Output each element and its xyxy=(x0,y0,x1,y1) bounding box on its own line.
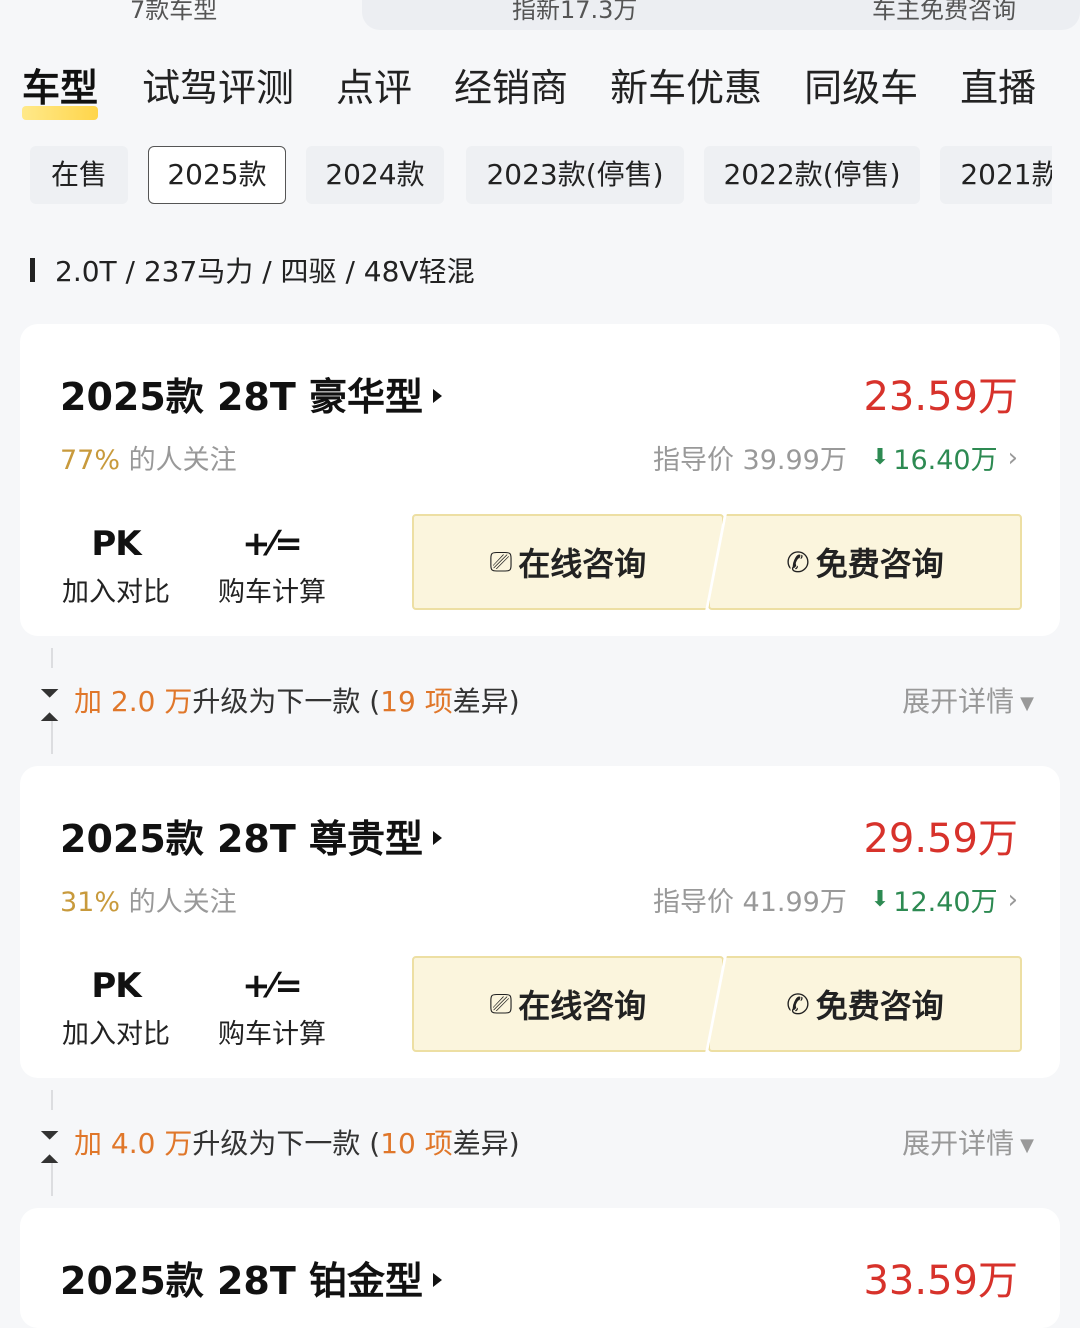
expand-details-button[interactable]: 展开详情 ▼ xyxy=(902,680,1034,720)
guide-price-row[interactable]: 指导价 39.99万 ⬇ 16.40万 › xyxy=(653,438,1018,477)
calculator-icon: +⁄= xyxy=(242,524,303,564)
arrow-down-icon: ⬇ xyxy=(870,887,890,912)
free-consult-button[interactable]: ✆ 免费咨询 xyxy=(708,514,1022,610)
trim-title[interactable]: 2025款 28T 豪华型 xyxy=(60,366,443,421)
trim-price: 33.59万 xyxy=(863,1258,1018,1304)
year-chip-on-sale[interactable]: 在售 xyxy=(30,146,128,204)
summary-segment-models[interactable]: 7款车型 xyxy=(0,0,362,30)
year-chip-2023[interactable]: 2023款(停售) xyxy=(466,146,684,204)
add-compare-button[interactable]: PK 加入对比 xyxy=(46,524,186,609)
calculator-icon: +⁄= xyxy=(242,966,303,1006)
consult-buttons: ⎚ 在线咨询 ✆ 免费咨询 xyxy=(412,956,1022,1054)
upgrade-row[interactable]: ⏷ ⏶ 加 2.0 万升级为下一款 (19 项差异) 展开详情 ▼ xyxy=(36,648,1044,754)
year-chip-2025[interactable]: 2025款 xyxy=(148,146,286,204)
caret-right-icon xyxy=(433,830,443,845)
chevron-right-icon: › xyxy=(1007,442,1018,473)
pk-icon: PK xyxy=(91,966,141,1006)
upgrade-text: 加 4.0 万升级为下一款 (10 项差异) xyxy=(74,1127,520,1160)
tab-reviews[interactable]: 点评 xyxy=(336,58,412,118)
tab-deals[interactable]: 新车优惠 xyxy=(610,58,762,118)
tab-dealers[interactable]: 经销商 xyxy=(454,58,568,118)
attention-rate: 31% 的人关注 xyxy=(60,887,237,918)
guide-price: 指导价 39.99万 xyxy=(652,445,847,476)
summary-segment-price[interactable]: 指新17.3万 车主免费咨询 xyxy=(362,0,1080,30)
discount-amount: ⬇ 12.40万 xyxy=(870,887,998,918)
consult-buttons: ⎚ 在线咨询 ✆ 免费咨询 xyxy=(412,514,1022,612)
expand-vertical-icon: ⏷ ⏶ xyxy=(40,679,60,731)
trim-card[interactable]: 2025款 28T 尊贵型 29.59万 31% 的人关注 指导价 41.99万… xyxy=(20,766,1060,1078)
year-chip-2022[interactable]: 2022款(停售) xyxy=(704,146,920,204)
tab-test-drive[interactable]: 试驾评测 xyxy=(142,58,294,118)
year-chip-2024[interactable]: 2024款 xyxy=(306,146,444,204)
chevron-right-icon: › xyxy=(1007,884,1018,915)
triangle-down-icon: ▼ xyxy=(1020,692,1034,714)
guide-price-row[interactable]: 指导价 41.99万 ⬇ 12.40万 › xyxy=(653,880,1018,919)
trim-card[interactable]: 2025款 28T 豪华型 23.59万 77% 的人关注 指导价 39.99万… xyxy=(20,324,1060,636)
tab-live[interactable]: 直播 xyxy=(960,58,1036,118)
caret-right-icon xyxy=(433,388,443,403)
caret-right-icon xyxy=(433,1272,443,1287)
upgrade-text: 加 2.0 万升级为下一款 (19 项差异) xyxy=(74,685,520,718)
attention-rate: 77% 的人关注 xyxy=(60,445,237,476)
connector-line xyxy=(51,648,53,668)
trim-title[interactable]: 2025款 28T 尊贵型 xyxy=(60,808,443,863)
expand-details-button[interactable]: 展开详情 ▼ xyxy=(902,1122,1034,1162)
year-filter-bar: 在售 2025款 2024款 2023款(停售) 2022款(停售) 2021款 xyxy=(30,146,1052,206)
year-chip-2021[interactable]: 2021款 xyxy=(940,146,1052,204)
phone-icon: ✆ xyxy=(786,987,810,1021)
guide-price: 指导价 41.99万 xyxy=(652,887,847,918)
car-calculator-button[interactable]: +⁄= 购车计算 xyxy=(202,524,342,609)
pk-icon: PK xyxy=(91,524,141,564)
tab-similar[interactable]: 同级车 xyxy=(804,58,918,118)
engine-spec-text: 2.0T / 237马力 / 四驱 / 48V轻混 xyxy=(55,255,475,288)
upgrade-row[interactable]: ⏷ ⏶ 加 4.0 万升级为下一款 (10 项差异) 展开详情 ▼ xyxy=(36,1090,1044,1196)
phone-icon: ✆ xyxy=(786,545,810,579)
free-consult-button[interactable]: ✆ 免费咨询 xyxy=(708,956,1022,1052)
chat-icon: ⎚ xyxy=(489,545,513,578)
expand-vertical-icon: ⏷ ⏶ xyxy=(40,1121,60,1173)
tab-models[interactable]: 车型 xyxy=(22,58,99,120)
triangle-down-icon: ▼ xyxy=(1020,1134,1034,1156)
trim-title[interactable]: 2025款 28T 铂金型 xyxy=(60,1250,443,1305)
car-calculator-button[interactable]: +⁄= 购车计算 xyxy=(202,966,342,1051)
trim-price: 23.59万 xyxy=(863,374,1018,420)
top-summary-strip: 7款车型 指新17.3万 车主免费咨询 xyxy=(0,0,1080,34)
arrow-down-icon: ⬇ xyxy=(870,445,890,470)
chat-icon: ⎚ xyxy=(489,987,513,1020)
trim-card[interactable]: 2025款 28T 铂金型 33.59万 xyxy=(20,1208,1060,1328)
main-tab-bar: 车型 试驾评测 点评 经销商 新车优惠 同级车 直播 xyxy=(22,58,1078,120)
trim-price: 29.59万 xyxy=(863,816,1018,862)
online-consult-button[interactable]: ⎚ 在线咨询 xyxy=(412,956,724,1052)
connector-line xyxy=(51,1090,53,1110)
section-marker xyxy=(30,258,35,282)
engine-spec-header: 2.0T / 237马力 / 四驱 / 48V轻混 xyxy=(30,250,475,290)
online-consult-button[interactable]: ⎚ 在线咨询 xyxy=(412,514,724,610)
add-compare-button[interactable]: PK 加入对比 xyxy=(46,966,186,1051)
discount-amount: ⬇ 16.40万 xyxy=(870,445,998,476)
